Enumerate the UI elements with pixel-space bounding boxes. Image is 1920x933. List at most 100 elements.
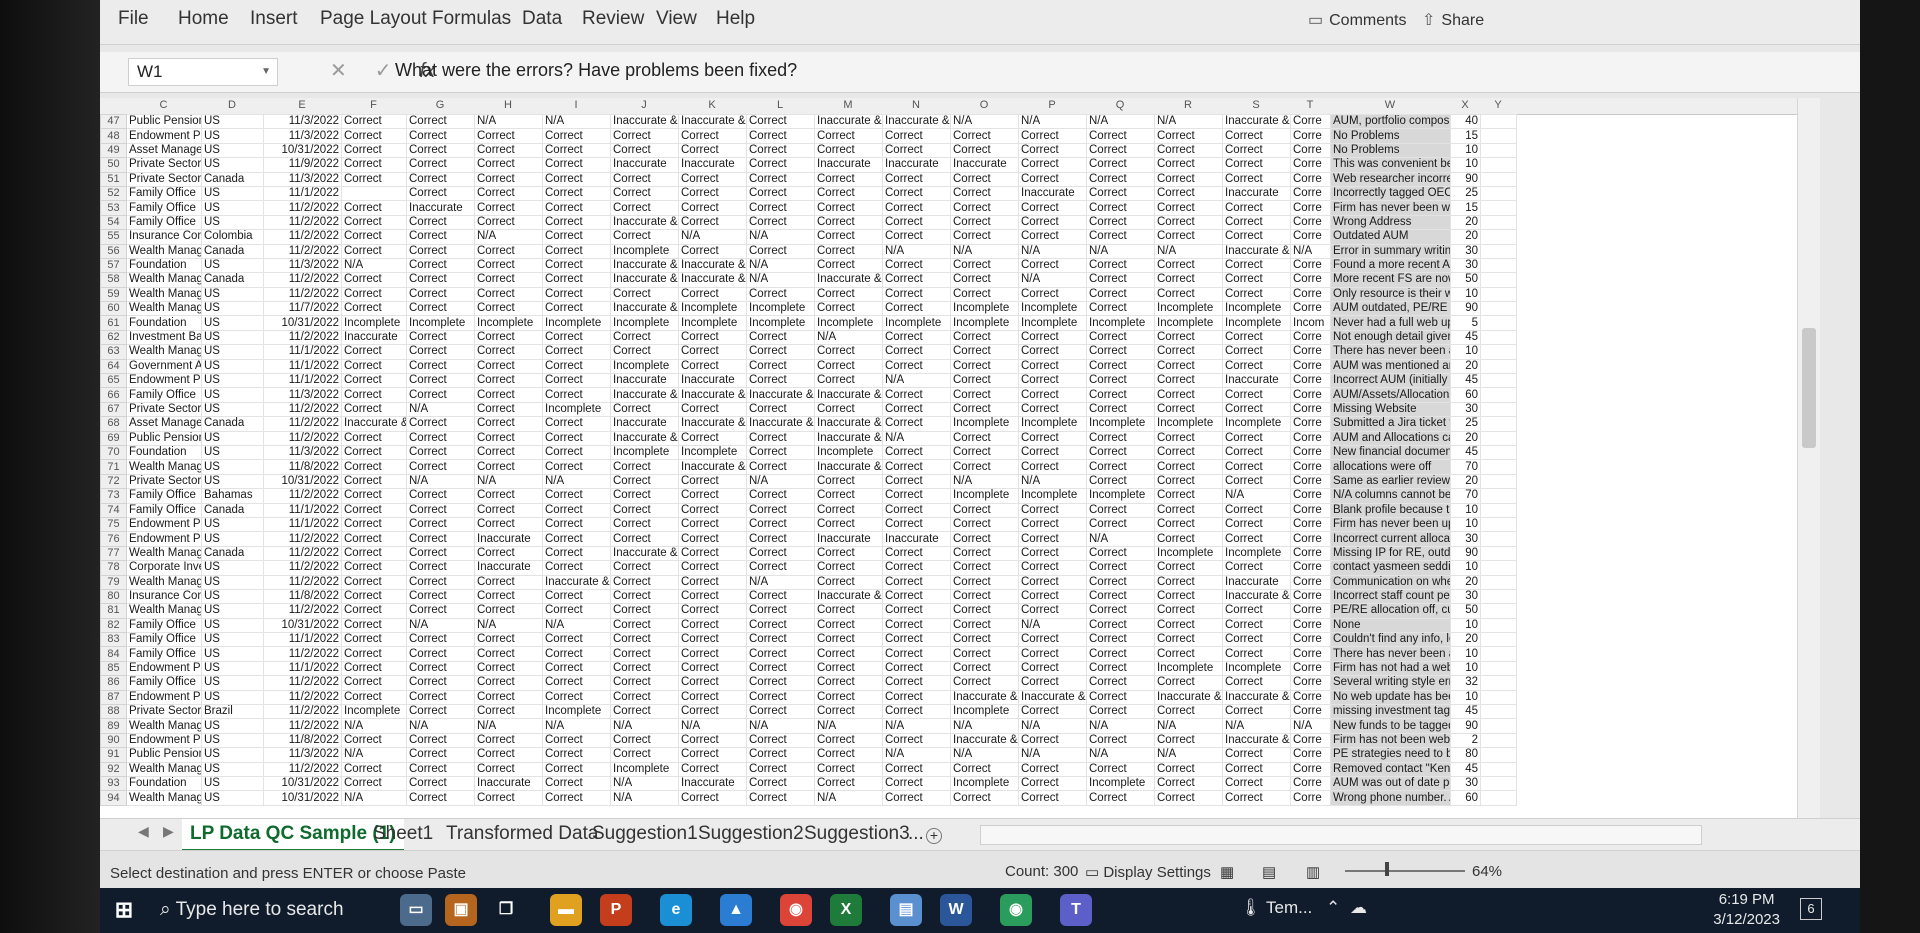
cell[interactable]: Correct — [474, 171, 543, 187]
cell[interactable]: Removed contact "Ken L — [1330, 761, 1451, 777]
cell[interactable]: Correct — [406, 516, 475, 533]
cell[interactable]: Incomplete — [950, 704, 1019, 720]
cell[interactable]: Correct — [950, 344, 1019, 360]
cell[interactable]: 11/8/2022 — [263, 459, 342, 475]
cell[interactable]: AUM was mentioned and — [1330, 358, 1451, 375]
cell[interactable]: N/A — [1154, 243, 1223, 259]
cell[interactable]: Incom — [1290, 315, 1331, 331]
cell[interactable]: Correct — [406, 574, 475, 590]
cell[interactable]: Correct — [341, 632, 407, 648]
row-number[interactable]: 91 — [100, 747, 127, 763]
cell[interactable]: Corre — [1290, 157, 1331, 173]
cell[interactable]: Correct — [341, 128, 407, 144]
cell[interactable]: Inaccurate — [678, 157, 747, 173]
cell[interactable]: Correct — [474, 646, 543, 662]
cell[interactable]: Correct — [1018, 775, 1087, 792]
cell[interactable]: 90 — [1450, 545, 1481, 562]
row-number[interactable]: 74 — [100, 502, 127, 518]
cell[interactable]: Correct — [950, 401, 1019, 418]
cell[interactable]: Correct — [341, 689, 407, 706]
cell[interactable]: Corre — [1290, 272, 1331, 288]
cell[interactable]: Family Office — [126, 632, 202, 648]
cell[interactable]: Correct — [882, 646, 951, 662]
cell[interactable]: Corre — [1290, 516, 1331, 533]
cell[interactable]: 10/31/2022 — [263, 775, 342, 792]
cell[interactable]: Correct — [950, 387, 1019, 403]
cell[interactable]: Corre — [1290, 301, 1331, 317]
cell[interactable]: Incomplete — [542, 401, 611, 418]
cell[interactable] — [1480, 272, 1517, 288]
cell[interactable]: Inaccurate & In — [610, 257, 679, 274]
cell[interactable]: Canada — [201, 272, 264, 288]
cell[interactable]: Correct — [406, 632, 475, 648]
cell[interactable]: Blank profile because the — [1330, 502, 1451, 518]
cell[interactable]: Correct — [341, 200, 407, 216]
tab-transformed-data[interactable]: Transformed Data — [438, 823, 606, 845]
cell[interactable]: Correct — [882, 588, 951, 605]
cell[interactable]: Private Sector — [126, 401, 202, 418]
cell[interactable]: Correct — [1018, 790, 1087, 806]
cell[interactable]: Correct — [746, 531, 815, 547]
cell[interactable]: Correct — [1086, 588, 1155, 605]
cell[interactable]: Correct — [474, 142, 543, 159]
cell[interactable]: Correct — [341, 516, 407, 533]
cell[interactable]: Correct — [882, 502, 951, 518]
cell[interactable]: Correct — [1018, 142, 1087, 159]
row-number[interactable]: 48 — [100, 128, 127, 144]
cell[interactable]: Correct — [814, 344, 883, 360]
cell[interactable]: N/A — [1222, 488, 1291, 504]
cell[interactable] — [1480, 747, 1517, 763]
cell[interactable]: Inaccurate & In — [950, 732, 1019, 749]
cell[interactable] — [1480, 574, 1517, 590]
row-number[interactable]: 59 — [100, 286, 127, 303]
vertical-scrollbar[interactable] — [1797, 98, 1820, 818]
cell[interactable]: Correct — [1086, 444, 1155, 461]
menu-data[interactable]: Data — [522, 8, 562, 30]
cell[interactable]: Correct — [406, 301, 475, 317]
cell[interactable]: Correct — [814, 257, 883, 274]
cell[interactable]: Correct — [814, 646, 883, 662]
cell[interactable]: Correct — [406, 646, 475, 662]
cell[interactable]: Correct — [1154, 761, 1223, 777]
cell[interactable]: Correct — [1154, 401, 1223, 418]
cell[interactable]: Correct — [542, 373, 611, 389]
column-header-n[interactable]: N — [882, 99, 950, 111]
cell[interactable]: 11/2/2022 — [263, 229, 342, 245]
cell[interactable]: Corre — [1290, 732, 1331, 749]
cell[interactable]: 20 — [1450, 214, 1481, 231]
cell[interactable]: Missing IP for RE, outdat — [1330, 545, 1451, 562]
weather-temp[interactable]: Tem... — [1266, 898, 1312, 918]
cell[interactable]: Incomplete — [950, 301, 1019, 317]
cell[interactable]: N/A — [814, 790, 883, 806]
cell[interactable]: Correct — [1154, 373, 1223, 389]
cell[interactable]: N/A — [610, 790, 679, 806]
cell[interactable]: Correct — [950, 660, 1019, 677]
cell[interactable]: Wealth Manag — [126, 761, 202, 777]
cell[interactable]: Correct — [814, 171, 883, 187]
cell[interactable]: Corre — [1290, 373, 1331, 389]
cell[interactable]: Correct — [542, 675, 611, 691]
cell[interactable]: Correct — [474, 545, 543, 562]
cell[interactable]: Correct — [610, 603, 679, 619]
cell[interactable]: Public Pension — [126, 747, 202, 763]
cell[interactable]: N/A — [950, 473, 1019, 490]
cell[interactable]: Correct — [1086, 387, 1155, 403]
cell[interactable]: N/A — [1086, 531, 1155, 547]
cell[interactable]: Correct — [746, 243, 815, 259]
cell[interactable]: Correct — [610, 588, 679, 605]
cell[interactable]: Correct — [814, 632, 883, 648]
cell[interactable]: Correct — [406, 185, 475, 202]
menu-help[interactable]: Help — [716, 8, 755, 30]
cell[interactable] — [1480, 329, 1517, 346]
cell[interactable]: AUM outdated, PE/RE st — [1330, 301, 1451, 317]
cell[interactable]: Correct — [542, 229, 611, 245]
photos-icon[interactable]: ▲ — [720, 894, 752, 926]
cell[interactable]: Corre — [1290, 416, 1331, 432]
cell[interactable]: 20 — [1450, 430, 1481, 446]
cell[interactable]: Correct — [1222, 790, 1291, 806]
cell[interactable]: Correct — [814, 574, 883, 590]
cell[interactable]: Correct — [610, 401, 679, 418]
cell[interactable]: Correct — [1222, 128, 1291, 144]
cell[interactable]: Incomplete — [1222, 301, 1291, 317]
cell[interactable]: Correct — [678, 632, 747, 648]
